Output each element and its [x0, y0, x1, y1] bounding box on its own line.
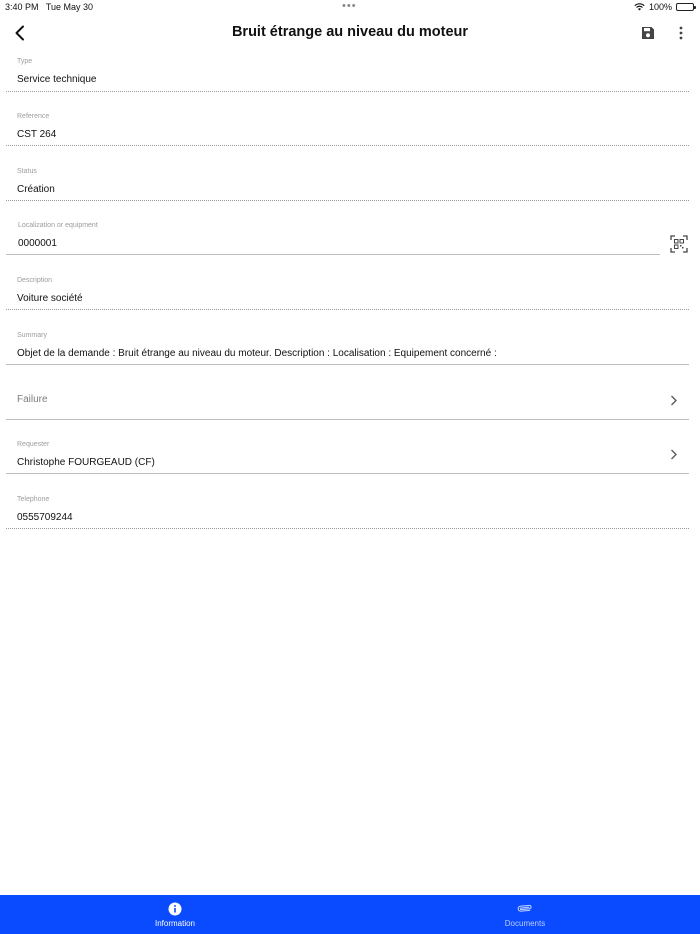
requester-chevron — [667, 448, 679, 460]
back-button[interactable] — [9, 22, 31, 44]
description-field[interactable]: Description Voiture société — [6, 273, 689, 310]
failure-field[interactable]: Failure — [6, 383, 689, 420]
more-vertical-icon — [679, 26, 683, 40]
battery-percent: 100% — [648, 2, 672, 12]
telephone-field[interactable]: Telephone 0555709244 — [6, 492, 689, 529]
info-circle-icon — [168, 902, 182, 916]
requester-label: Requester — [17, 441, 50, 448]
localization-label: Localization or equipment — [18, 222, 98, 229]
page-title: Bruit étrange au niveau du moteur — [231, 24, 469, 40]
tab-information[interactable]: Information — [0, 895, 350, 934]
localization-field[interactable]: Localization or equipment 0000001 — [6, 218, 660, 255]
save-button[interactable] — [637, 22, 659, 44]
chevron-left-icon — [15, 25, 24, 41]
multitasking-dots[interactable]: ••• — [342, 0, 357, 12]
type-label: Type — [17, 58, 33, 65]
qr-code-scan-icon — [670, 235, 688, 253]
floppy-disk-icon — [642, 27, 654, 39]
paperclip-icon — [517, 904, 532, 912]
reference-field[interactable]: Reference CST 264 — [6, 109, 689, 146]
type-value: Service technique — [17, 74, 97, 85]
tab-information-label: Information — [154, 919, 196, 928]
status-time: 3:40 PM Tue May 30 — [5, 2, 94, 12]
status-value: Création — [17, 184, 55, 195]
failure-placeholder: Failure — [17, 394, 48, 405]
qr-scan-button[interactable] — [669, 234, 689, 254]
summary-value: Objet de la demande : Bruit étrange au n… — [17, 348, 497, 359]
tab-documents-label: Documents — [504, 919, 546, 928]
reference-label: Reference — [17, 113, 50, 120]
status-label: Status — [17, 168, 37, 175]
tab-documents[interactable]: Documents — [350, 895, 700, 934]
telephone-label: Telephone — [17, 496, 50, 503]
chevron-right-icon — [670, 449, 677, 459]
summary-label: Summary — [17, 332, 47, 339]
status-bar: 3:40 PM Tue May 30 ••• 100% — [0, 0, 700, 14]
wifi-icon — [634, 3, 645, 11]
status-field[interactable]: Status Création — [6, 164, 689, 201]
type-field[interactable]: Type Service technique — [6, 54, 689, 92]
description-value: Voiture société — [17, 293, 83, 304]
bottom-tab-bar: Information Documents — [0, 895, 700, 934]
summary-field[interactable]: Summary Objet de la demande : Bruit étra… — [6, 328, 689, 365]
nav-bar: Bruit étrange au niveau du moteur — [0, 16, 700, 50]
localization-value: 0000001 — [18, 238, 57, 249]
more-button[interactable] — [670, 22, 692, 44]
reference-value: CST 264 — [17, 129, 57, 140]
description-label: Description — [17, 277, 53, 284]
requester-value: Christophe FOURGEAUD (CF) — [17, 457, 155, 468]
failure-chevron — [667, 394, 679, 406]
telephone-value: 0555709244 — [17, 512, 73, 523]
battery-icon — [676, 3, 696, 11]
status-right: 100% — [634, 2, 696, 12]
requester-field[interactable]: Requester Christophe FOURGEAUD (CF) — [6, 437, 689, 474]
chevron-right-icon — [670, 395, 677, 405]
